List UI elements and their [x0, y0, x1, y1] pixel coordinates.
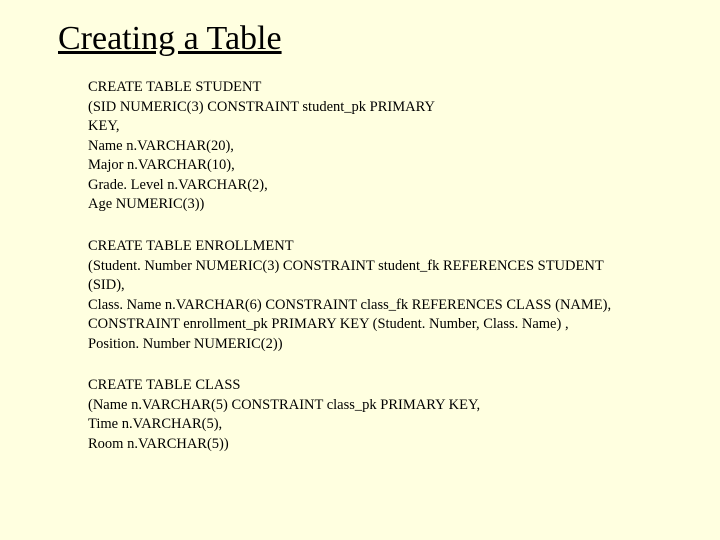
sql-line: Name n.VARCHAR(20),	[88, 137, 668, 157]
sql-block-enrollment: CREATE TABLE ENROLLMENT (Student. Number…	[88, 237, 668, 354]
sql-block-student: CREATE TABLE STUDENT (SID NUMERIC(3) CON…	[88, 78, 668, 215]
sql-line: Time n.VARCHAR(5),	[88, 415, 668, 435]
sql-line: Room n.VARCHAR(5))	[88, 435, 668, 455]
sql-line: CONSTRAINT enrollment_pk PRIMARY KEY (St…	[88, 315, 668, 335]
sql-line: Age NUMERIC(3))	[88, 195, 668, 215]
sql-block-class: CREATE TABLE CLASS (Name n.VARCHAR(5) CO…	[88, 376, 668, 454]
sql-line: Class. Name n.VARCHAR(6) CONSTRAINT clas…	[88, 296, 668, 316]
page-title: Creating a Table	[58, 20, 720, 58]
sql-line: Grade. Level n.VARCHAR(2),	[88, 176, 668, 196]
slide: Creating a Table CREATE TABLE STUDENT (S…	[0, 0, 720, 455]
sql-line: Position. Number NUMERIC(2))	[88, 335, 668, 355]
sql-line: CREATE TABLE CLASS	[88, 376, 668, 396]
sql-line: (Student. Number NUMERIC(3) CONSTRAINT s…	[88, 257, 668, 277]
sql-line: CREATE TABLE STUDENT	[88, 78, 668, 98]
sql-line: Major n.VARCHAR(10),	[88, 156, 668, 176]
sql-line: CREATE TABLE ENROLLMENT	[88, 237, 668, 257]
sql-line: KEY,	[88, 117, 668, 137]
sql-line: (SID NUMERIC(3) CONSTRAINT student_pk PR…	[88, 98, 668, 118]
sql-line: (SID),	[88, 276, 668, 296]
sql-line: (Name n.VARCHAR(5) CONSTRAINT class_pk P…	[88, 396, 668, 416]
